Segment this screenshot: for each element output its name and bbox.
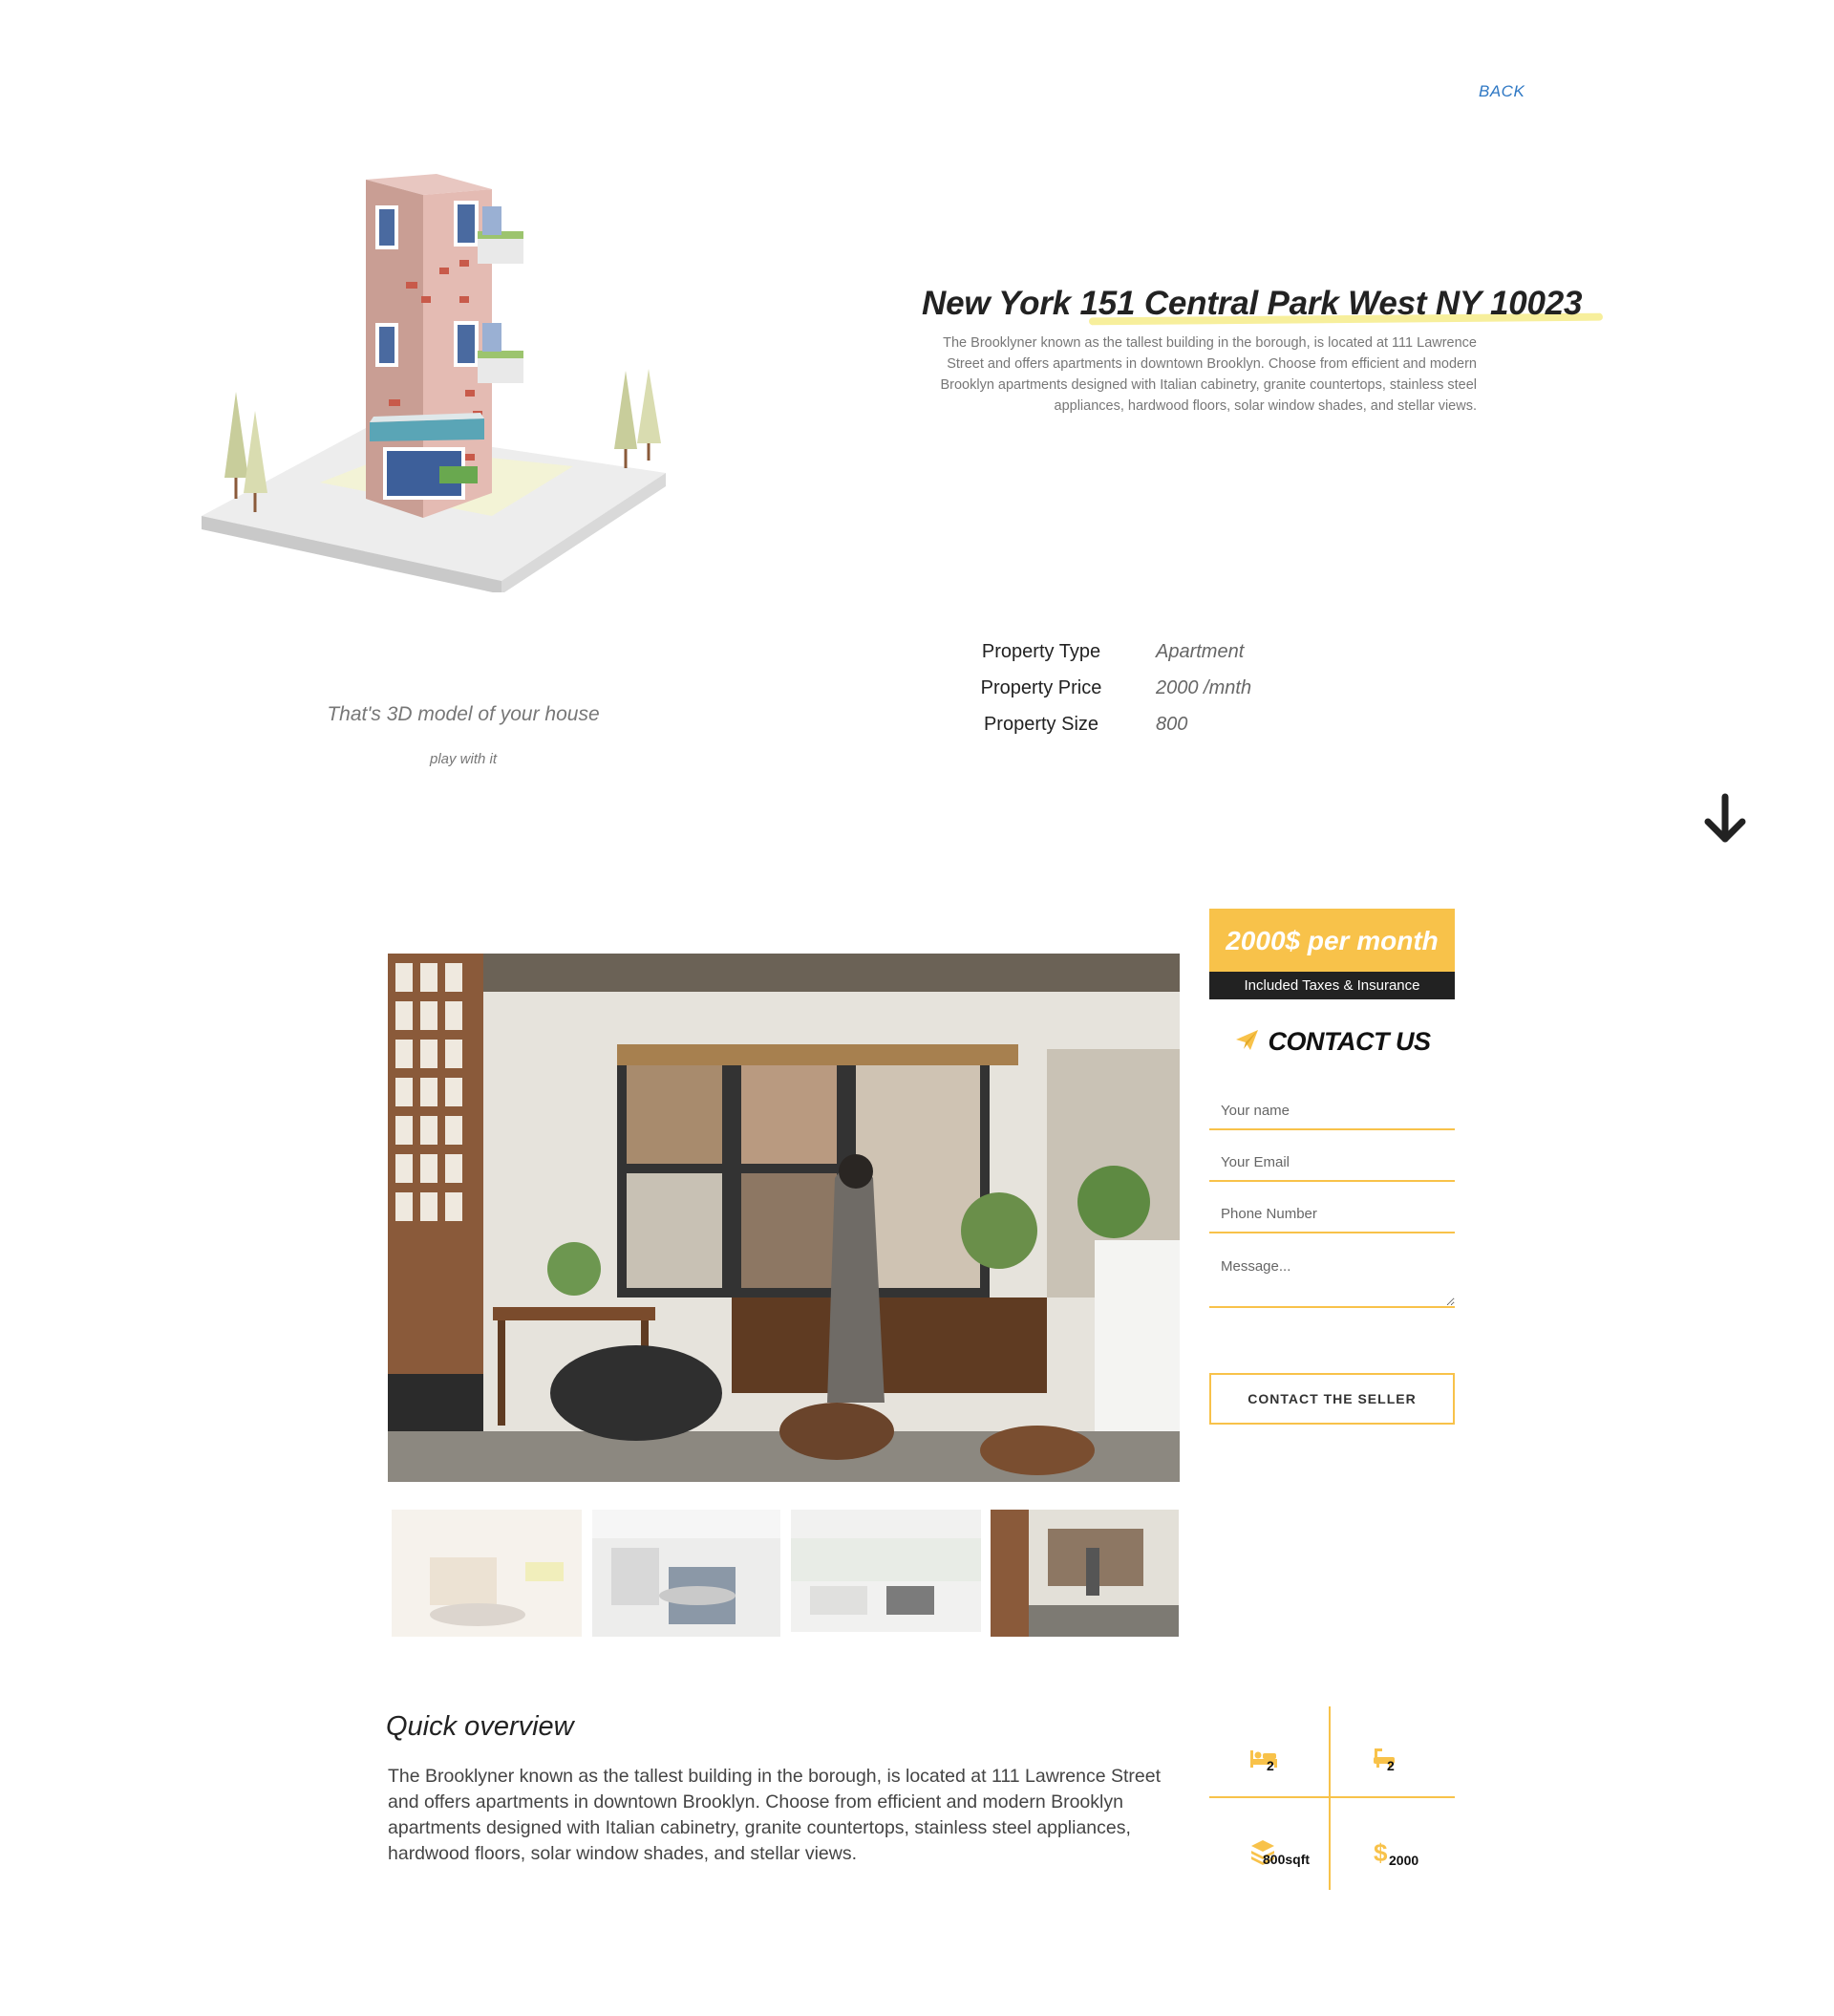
thumbnail[interactable]	[392, 1510, 582, 1637]
overview-title: Quick overview	[386, 1711, 574, 1742]
price-box: 2000$ per month Included Taxes & Insuran…	[1209, 909, 1455, 999]
main-property-photo	[388, 954, 1180, 1482]
detail-row-type: Property Type Apartment	[946, 633, 1347, 670]
detail-value: 2000 /mnth	[1156, 676, 1252, 698]
detail-label: Property Price	[980, 676, 1102, 698]
stat-value: 800sqft	[1263, 1851, 1311, 1867]
property-title: New York 151 Central Park West NY 10023	[922, 285, 1583, 322]
stat-value: 2000	[1389, 1852, 1419, 1868]
detail-row-price: Property Price 2000 /mnth	[946, 670, 1347, 706]
stat-bedrooms: 2	[1249, 1747, 1277, 1774]
contact-title: CONTACT US	[1268, 1027, 1432, 1056]
email-field[interactable]	[1209, 1144, 1455, 1182]
title-wrap: New York 151 Central Park West NY 10023	[922, 285, 1582, 323]
model-caption: That's 3D model of your house	[327, 703, 600, 725]
dollar-icon: $	[1372, 1838, 1391, 1872]
arrow-down-icon[interactable]	[1702, 793, 1748, 847]
model-subcaption: play with it	[429, 751, 498, 767]
stat-value: 2	[1387, 1757, 1395, 1773]
thumbnail[interactable]	[791, 1510, 981, 1632]
detail-label: Property Size	[983, 713, 1099, 735]
detail-label: Property Type	[981, 640, 1101, 662]
svg-text:$: $	[1374, 1838, 1388, 1867]
grid-divider-vertical	[1329, 1706, 1331, 1890]
stat-value: 2	[1267, 1757, 1274, 1773]
stat-area: 800sqft	[1249, 1838, 1310, 1870]
detail-row-size: Property Size 800	[946, 706, 1347, 742]
contact-heading: CONTACT US	[1209, 1027, 1455, 1057]
contact-seller-button[interactable]: CONTACT THE SELLER	[1209, 1373, 1455, 1425]
detail-value: 800	[1156, 713, 1188, 735]
overview-text: The Brooklyner known as the tallest buil…	[388, 1766, 1162, 1864]
property-description: The Brooklyner known as the tallest buil…	[940, 335, 1477, 414]
house-3d-model[interactable]	[196, 162, 683, 594]
message-field[interactable]	[1209, 1247, 1455, 1308]
stat-price: $ 2000	[1372, 1838, 1418, 1872]
phone-field[interactable]	[1209, 1195, 1455, 1233]
price-amount: 2000$ per month	[1226, 926, 1439, 955]
price-note: Included Taxes & Insurance	[1209, 972, 1455, 999]
name-field[interactable]	[1209, 1092, 1455, 1130]
detail-value: Apartment	[1156, 640, 1245, 662]
paper-plane-icon	[1234, 1028, 1259, 1056]
thumbnail[interactable]	[592, 1510, 780, 1637]
thumbnail-active[interactable]	[991, 1510, 1179, 1637]
back-link[interactable]: BACK	[1479, 82, 1525, 101]
grid-divider-horizontal	[1209, 1796, 1455, 1798]
stat-bathrooms: 2	[1372, 1747, 1395, 1774]
